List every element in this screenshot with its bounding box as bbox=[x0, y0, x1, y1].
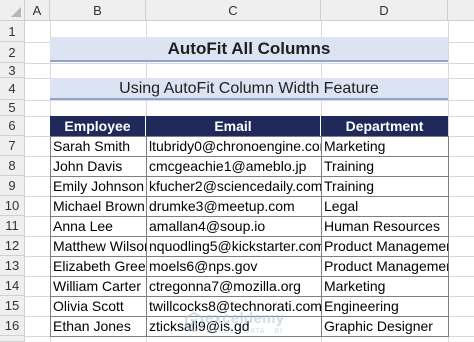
exceldemy-watermark: exceldemy EXCEL · DATA · BI bbox=[185, 310, 335, 340]
row-header-7[interactable]: 7 bbox=[0, 136, 25, 156]
row-header-12[interactable]: 12 bbox=[0, 236, 25, 256]
department-cell[interactable]: Engineering bbox=[321, 295, 448, 315]
department-cell[interactable]: Human Resources bbox=[321, 215, 448, 235]
row-header-5[interactable]: 5 bbox=[0, 100, 25, 116]
row-header-13[interactable]: 13 bbox=[0, 256, 25, 276]
employee-cell[interactable]: Emily Johnson bbox=[50, 175, 146, 195]
employee-cell[interactable]: William Carter bbox=[50, 275, 146, 295]
employee-cell[interactable]: Ethan Jones bbox=[50, 315, 146, 335]
row-header-9[interactable]: 9 bbox=[0, 176, 25, 196]
department-cell[interactable]: Marketing bbox=[321, 275, 448, 295]
row-header-8[interactable]: 8 bbox=[0, 156, 25, 176]
row-header-3[interactable]: 3 bbox=[0, 63, 25, 78]
email-cell[interactable]: ctregonna7@mozilla.org bbox=[146, 275, 321, 295]
department-cell[interactable]: Legal bbox=[321, 195, 448, 215]
sheet-title: AutoFit All Columns bbox=[50, 37, 448, 62]
row-header-16[interactable]: 16 bbox=[0, 316, 25, 336]
department-cell[interactable]: Training bbox=[321, 175, 448, 195]
watermark-name: exceldemy bbox=[205, 310, 285, 327]
employee-cell[interactable]: Michael Brown bbox=[50, 195, 146, 215]
department-cell[interactable]: Training bbox=[321, 155, 448, 175]
row-header-14[interactable]: 14 bbox=[0, 276, 25, 296]
email-cell[interactable]: kfucher2@sciencedaily.com bbox=[146, 175, 321, 195]
email-cell[interactable]: moels6@nps.gov bbox=[146, 255, 321, 275]
employee-cell[interactable]: Elizabeth Green bbox=[50, 255, 146, 275]
row-header-11[interactable]: 11 bbox=[0, 216, 25, 236]
row-header-2[interactable]: 2 bbox=[0, 42, 25, 63]
email-cell[interactable]: cmcgeachie1@ameblo.jp bbox=[146, 155, 321, 175]
department-cell[interactable]: Product Management bbox=[321, 235, 448, 255]
select-all-triangle-icon bbox=[11, 7, 21, 17]
select-all-corner[interactable] bbox=[0, 0, 25, 21]
employee-cell[interactable]: Anna Lee bbox=[50, 215, 146, 235]
row-header-17[interactable] bbox=[0, 336, 25, 342]
employee-cell[interactable]: Olivia Scott bbox=[50, 295, 146, 315]
table-header-employee: Employee bbox=[50, 116, 146, 136]
table-header-department: Department bbox=[321, 116, 448, 136]
email-cell[interactable]: amallan4@soup.io bbox=[146, 215, 321, 235]
row-header-1[interactable]: 1 bbox=[0, 21, 25, 42]
row-header-10[interactable]: 10 bbox=[0, 196, 25, 216]
department-cell[interactable]: Marketing bbox=[321, 135, 448, 155]
employee-cell[interactable]: Sarah Smith bbox=[50, 135, 146, 155]
row-header-15[interactable]: 15 bbox=[0, 296, 25, 316]
exceldemy-logo-icon bbox=[185, 312, 203, 332]
spreadsheet: A B C D 1 2 3 4 5 6 7 8 9 10 11 12 13 14… bbox=[0, 0, 474, 342]
sheet-subtitle: Using AutoFit Column Width Feature bbox=[50, 78, 448, 100]
column-header-b[interactable]: B bbox=[50, 0, 146, 21]
watermark-tagline: EXCEL · DATA · BI bbox=[207, 328, 283, 335]
table-header-email: Email bbox=[146, 116, 321, 136]
row-header-6[interactable]: 6 bbox=[0, 116, 25, 136]
department-cell[interactable]: Product Management bbox=[321, 255, 448, 275]
employee-cell[interactable]: Matthew Wilson bbox=[50, 235, 146, 255]
email-cell[interactable]: nquodling5@kickstarter.com bbox=[146, 235, 321, 255]
column-header-e[interactable] bbox=[448, 0, 474, 21]
column-header-a[interactable]: A bbox=[25, 0, 50, 21]
department-cell[interactable]: Graphic Designer bbox=[321, 315, 448, 335]
grid-row-line bbox=[0, 63, 474, 64]
column-header-d[interactable]: D bbox=[321, 0, 448, 21]
email-cell[interactable]: ltubridy0@chronoengine.com bbox=[146, 135, 321, 155]
column-header-c[interactable]: C bbox=[146, 0, 321, 21]
row-header-4[interactable]: 4 bbox=[0, 78, 25, 100]
grid-row-line bbox=[0, 100, 474, 101]
email-cell[interactable]: drumke3@meetup.com bbox=[146, 195, 321, 215]
employee-cell[interactable]: John Davis bbox=[50, 155, 146, 175]
